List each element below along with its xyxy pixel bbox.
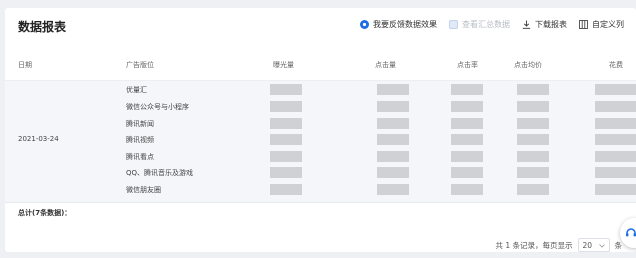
column-header-cpc[interactable]: 点击均价 xyxy=(514,60,542,70)
feedback-label: 我要反馈数据效果 xyxy=(373,20,437,29)
redacted-value xyxy=(451,184,483,195)
checkbox-icon[interactable] xyxy=(449,20,458,29)
placement-label: 优量汇 xyxy=(126,86,147,94)
download-button[interactable]: 下载报表 xyxy=(522,19,567,30)
redacted-value xyxy=(377,151,409,162)
redacted-value xyxy=(270,134,302,145)
total-label: 总计(7条数据)： xyxy=(18,209,72,217)
pagination: 共 1 条记录，每页显示 20 条 xyxy=(495,238,622,252)
support-icon xyxy=(625,224,636,243)
page-size-value: 20 xyxy=(582,240,593,250)
custom-columns-button[interactable]: 自定义列 xyxy=(579,19,624,30)
toolbar: 我要反馈数据效果 查看汇总数据 下载报表 自定义列 xyxy=(348,19,624,30)
summary-toggle[interactable]: 查看汇总数据 xyxy=(449,19,510,30)
page-size-select[interactable]: 20 xyxy=(577,238,610,252)
chevron-down-icon xyxy=(598,241,605,250)
redacted-value xyxy=(270,118,302,129)
columns-icon xyxy=(579,20,588,29)
redacted-value xyxy=(517,151,549,162)
redacted-value xyxy=(270,101,302,112)
redacted-value xyxy=(377,167,409,178)
redacted-value xyxy=(595,84,636,95)
redacted-value xyxy=(517,167,549,178)
column-header-clicks[interactable]: 点击量 xyxy=(375,60,396,70)
placement-label: 微信公众号与小程序 xyxy=(126,103,189,111)
column-header-ctr[interactable]: 点击率 xyxy=(457,60,478,70)
page-title: 数据报表 xyxy=(18,20,67,34)
redacted-value xyxy=(451,167,483,178)
redacted-value xyxy=(377,101,409,112)
redacted-value xyxy=(595,134,636,145)
feedback-icon xyxy=(360,20,369,29)
total-row xyxy=(5,202,636,226)
pagination-unit: 条 xyxy=(614,240,623,250)
feedback-link[interactable]: 我要反馈数据效果 xyxy=(360,19,437,30)
redacted-value xyxy=(270,84,302,95)
redacted-value xyxy=(595,151,636,162)
redacted-value xyxy=(377,184,409,195)
date-cell: 2021-03-24 xyxy=(18,135,59,143)
redacted-value xyxy=(595,184,636,195)
placement-label: 微信朋友圈 xyxy=(126,186,161,194)
redacted-value xyxy=(270,151,302,162)
redacted-value xyxy=(270,184,302,195)
redacted-value xyxy=(451,118,483,129)
pagination-summary: 共 1 条记录，每页显示 xyxy=(495,240,573,250)
support-button[interactable] xyxy=(620,218,636,248)
download-icon xyxy=(522,20,531,29)
placement-label: 腾讯看点 xyxy=(126,153,154,161)
summary-label: 查看汇总数据 xyxy=(462,20,510,29)
report-card: 数据报表 我要反馈数据效果 查看汇总数据 下载报表 自定义列 日期 广告版位 曝… xyxy=(5,8,636,252)
placement-label: 腾讯视频 xyxy=(126,136,154,144)
table-header: 日期 广告版位 曝光量 点击量 点击率 点击均价 花费 xyxy=(5,46,636,81)
column-header-cost[interactable]: 花费 xyxy=(609,60,623,70)
column-header-date[interactable]: 日期 xyxy=(18,60,32,70)
redacted-value xyxy=(595,167,636,178)
redacted-value xyxy=(595,118,636,129)
redacted-value xyxy=(517,184,549,195)
redacted-value xyxy=(451,134,483,145)
redacted-value xyxy=(451,84,483,95)
column-header-placement[interactable]: 广告版位 xyxy=(126,60,154,70)
custom-columns-label: 自定义列 xyxy=(592,20,624,29)
redacted-value xyxy=(270,167,302,178)
download-label: 下载报表 xyxy=(535,20,567,29)
redacted-value xyxy=(377,118,409,129)
redacted-value xyxy=(451,101,483,112)
redacted-value xyxy=(595,101,636,112)
redacted-value xyxy=(451,151,483,162)
redacted-value xyxy=(517,101,549,112)
redacted-value xyxy=(517,134,549,145)
redacted-value xyxy=(517,118,549,129)
redacted-value xyxy=(517,84,549,95)
redacted-value xyxy=(377,84,409,95)
column-header-impressions[interactable]: 曝光量 xyxy=(273,60,294,70)
placement-label: 腾讯新闻 xyxy=(126,120,154,128)
redacted-value xyxy=(377,134,409,145)
placement-label: QQ、腾讯音乐及游戏 xyxy=(126,169,194,177)
